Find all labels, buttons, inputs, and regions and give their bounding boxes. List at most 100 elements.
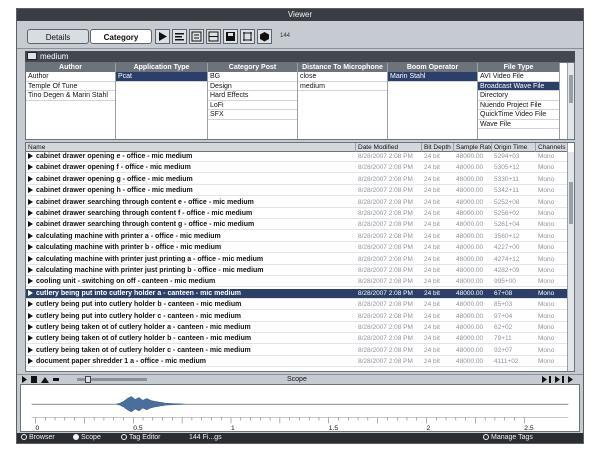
play-button[interactable] [155,29,170,44]
scope-zoom-slider[interactable] [77,376,147,383]
filter-item[interactable]: Hard Effects [208,91,297,101]
viewer-window: Viewer Details Category 144 medium Autho… [16,8,584,444]
table-row[interactable]: cutlery being taken ot of cutlery holder… [26,323,568,333]
table-row[interactable]: cutlery being taken ot of cutlery holder… [26,346,568,356]
file-name-cell: cabinet drawer opening g - office - mic … [28,175,355,185]
play-icon[interactable] [28,153,33,159]
play-icon[interactable] [28,324,33,330]
filter-header[interactable]: Boom Operator [388,63,477,72]
filter-item[interactable]: Broadcast Wave File [478,81,559,91]
filter-item[interactable]: BG [208,72,297,82]
header-date-modified[interactable]: Date Modified [356,143,422,152]
filter-item[interactable]: LoFi [208,101,297,110]
table-row[interactable]: cabinet drawer searching through content… [26,220,568,231]
play-icon[interactable] [28,198,33,205]
filter-item[interactable]: QuickTime Video File [478,110,559,120]
filter-item[interactable]: Marin Stahl [388,72,477,82]
filter-header[interactable]: Author [26,63,115,72]
filter-item[interactable]: Author [26,72,115,82]
scrollbar-thumb[interactable] [569,182,573,224]
transport-icons[interactable] [21,376,61,383]
play-icon[interactable] [28,244,33,251]
results-scrollbar[interactable] [567,152,574,371]
cell-rate: 48000.00 [456,255,484,263]
play-icon[interactable] [28,358,33,365]
scrollbar-thumb[interactable] [569,75,573,103]
tag-editor-radio[interactable]: Tag Editor [121,433,161,443]
grid-button[interactable] [240,29,255,44]
cell-channels: Mono [538,289,555,297]
table-row[interactable]: cabinet drawer opening e - office - mic … [26,152,568,162]
manage-tags-radio[interactable]: Manage Tags [483,433,533,443]
table-row[interactable]: calculating machine with printer just pr… [26,255,568,265]
table-row[interactable]: cabinet drawer searching through content… [26,198,568,208]
filter-list-button[interactable] [172,29,187,44]
cell-date: 8/28/2007 2:08 PM [358,255,413,263]
play-icon[interactable] [28,232,33,239]
play-icon[interactable] [28,335,33,342]
table-row[interactable]: calculating machine with printer just pr… [26,266,568,276]
table-row[interactable]: cutlery being put into cutlery holder b … [26,300,568,311]
cube-button[interactable] [257,29,272,44]
tab-category[interactable]: Category [90,29,152,44]
slider-knob[interactable] [85,376,91,383]
filter-header[interactable]: Category Post [208,63,297,72]
filter-item[interactable]: AVI Video File [478,72,559,82]
table-row[interactable]: cutlery being taken ot of cutlery holder… [26,334,568,345]
filter-item[interactable]: Directory [478,91,559,101]
filter-item[interactable]: Wave File [478,120,559,129]
header-origin-time[interactable]: Origin Time [492,143,536,152]
play-icon[interactable] [28,255,33,262]
play-icon[interactable] [28,301,33,308]
scope-nav-icons[interactable] [541,376,577,383]
play-icon[interactable] [28,278,33,285]
cell-origin: 97+04 [494,312,513,320]
header-name[interactable]: Name [26,143,356,152]
folder-icon [27,52,37,60]
filter-columns-button[interactable] [189,29,204,44]
filter-list-icon [175,33,184,41]
play-icon[interactable] [28,164,33,171]
filter-item[interactable]: Pcat [116,72,207,82]
header-channels[interactable]: Channels [536,143,568,152]
table-row[interactable]: cabinet drawer opening f - office - mic … [26,163,568,174]
table-row[interactable]: cutlery being put into cutlery holder a … [26,288,568,299]
table-row[interactable]: cabinet drawer searching through content… [26,209,568,219]
table-row[interactable]: cutlery being put into cutlery holder c … [26,312,568,322]
play-icon[interactable] [28,312,33,319]
tab-details[interactable]: Details [27,29,89,44]
table-row[interactable]: calculating machine with printer b - off… [26,243,568,254]
filter-item[interactable]: Temple Of Tune [26,82,115,91]
header-sample-rate[interactable]: Sample Rate [454,143,492,152]
table-row[interactable]: cabinet drawer opening h - office - mic … [26,186,568,197]
filter-item[interactable]: Nuendo Project File [478,101,559,110]
filter-header[interactable]: Application Type [116,63,207,72]
file-name-cell: cabinet drawer opening f - office - mic … [28,163,355,173]
filter-item[interactable]: Design [208,82,297,91]
table-row[interactable]: cooling unit - switching on off - cantee… [26,277,568,288]
list-view-button[interactable] [206,29,221,44]
save-button[interactable] [223,29,238,44]
table-row[interactable]: cabinet drawer opening g - office - mic … [26,175,568,185]
header-bit-depth[interactable]: Bit Depth [422,143,454,152]
scope-waveform[interactable]: 0 0.5 1 1.5 2 2.5 [20,384,580,432]
filter-item[interactable]: SFX [208,110,297,120]
play-icon[interactable] [28,187,33,194]
filter-scrollbar[interactable] [567,63,574,139]
play-icon[interactable] [28,175,33,182]
filter-item[interactable]: Tino Degen & Marin Stahl [26,91,115,101]
play-icon[interactable] [28,210,33,216]
scope-radio[interactable]: Scope [73,433,101,443]
play-icon[interactable] [28,289,33,296]
filter-header[interactable]: Distance To Microphone [298,63,387,72]
filter-header[interactable]: File Type [478,63,559,72]
filter-item[interactable]: medium [298,82,387,91]
table-row[interactable]: document paper shredder 1 a - office - m… [26,357,568,368]
browser-radio[interactable]: Browser [21,433,55,443]
filter-item[interactable]: close [298,72,387,82]
play-icon[interactable] [28,221,33,228]
cell-channels: Mono [538,346,555,354]
play-icon[interactable] [28,267,33,273]
play-icon[interactable] [28,346,33,353]
table-row[interactable]: calculating machine with printer a - off… [26,232,568,242]
